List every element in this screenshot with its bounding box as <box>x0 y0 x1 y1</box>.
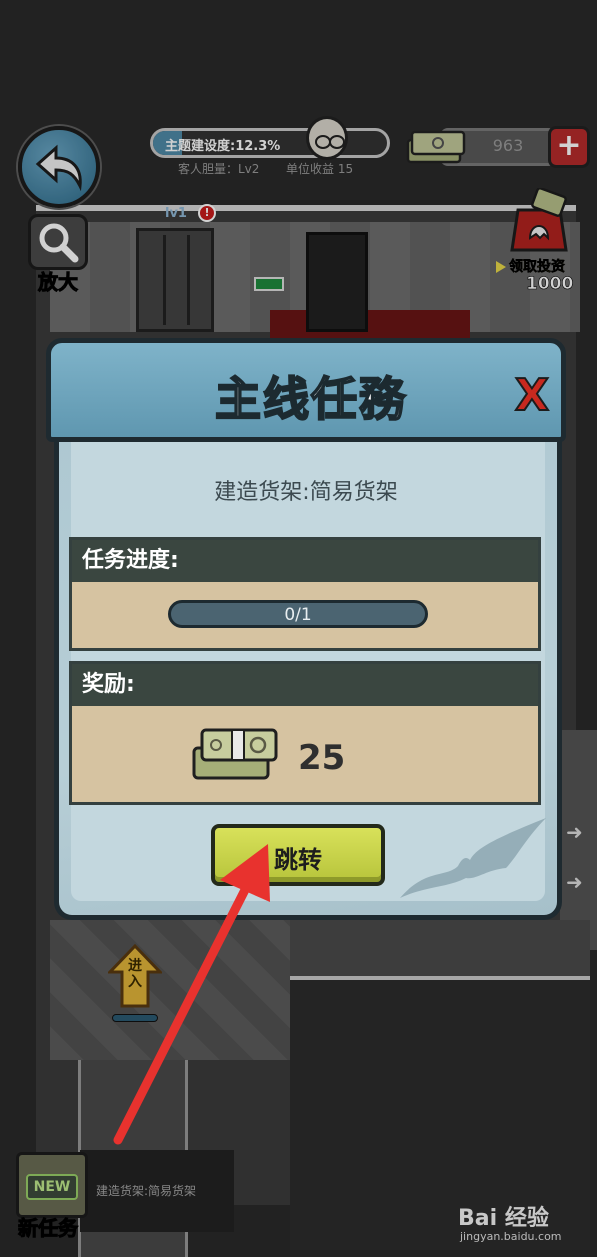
annotation-arrow <box>113 844 270 1145</box>
task-progress-bar: 0/1 <box>168 600 428 628</box>
bat-decoration-icon <box>400 818 546 898</box>
task-description: 建造货架:简易货架 <box>214 480 398 505</box>
task-progress-section: 任务进度: 0/1 <box>69 537 541 651</box>
task-progress-text: 0/1 <box>284 605 312 625</box>
dialog-header: 主线任務 X <box>46 338 566 442</box>
reward-header: 奖励: <box>72 664 538 706</box>
task-progress-header: 任务进度: <box>72 540 538 582</box>
cash-stack-icon <box>192 728 278 780</box>
close-button[interactable]: X <box>509 372 555 420</box>
reward-amount: 25 <box>298 738 346 778</box>
dialog-title: 主线任務 <box>214 371 407 427</box>
reward-section: 奖励: 25 <box>69 661 541 805</box>
